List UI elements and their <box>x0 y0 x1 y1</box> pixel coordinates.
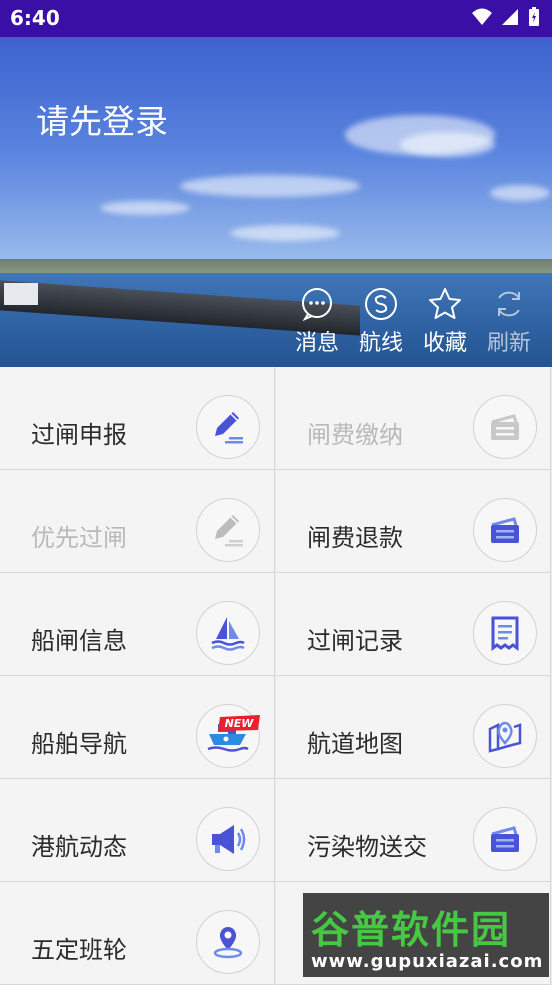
favorites-button[interactable]: 收藏 <box>420 287 470 357</box>
menu-item-label: 五定班轮 <box>31 936 127 964</box>
messages-label: 消息 <box>294 331 339 356</box>
status-bar: 6:40 <box>0 0 552 37</box>
route-icon <box>364 287 398 321</box>
menu-item-fee-refund[interactable]: 闸费退款 <box>276 470 551 573</box>
messages-button[interactable]: 消息 <box>292 287 342 357</box>
routes-label: 航线 <box>358 331 403 356</box>
menu-item-label: 优先过闸 <box>31 524 127 552</box>
header-banner: 请先登录 消息 航线 收藏 刷新 <box>0 37 552 367</box>
menu-item-lock-info[interactable]: 船闸信息 <box>0 573 275 676</box>
function-grid: 过闸申报 闸费缴纳 优先过闸 闸费退款 船闸信息 过闸记录 船舶导航 NEW 航… <box>0 367 552 985</box>
refresh-label: 刷新 <box>486 331 531 356</box>
pencil-edit-icon <box>196 395 260 459</box>
receipt-icon <box>473 601 537 665</box>
menu-item-label: 港航动态 <box>31 833 127 861</box>
menu-item-label: 船舶导航 <box>31 730 127 758</box>
refresh-icon <box>492 287 526 321</box>
status-time: 6:40 <box>10 6 60 30</box>
star-icon <box>428 287 462 321</box>
location-icon <box>196 910 260 974</box>
menu-item-label: 过闸申报 <box>31 421 127 449</box>
wifi-icon <box>472 8 492 25</box>
menu-item-label: 过闸记录 <box>307 627 403 655</box>
routes-button[interactable]: 航线 <box>356 287 406 357</box>
ticket-icon <box>473 807 537 871</box>
message-icon <box>300 287 334 321</box>
new-badge: NEW <box>218 715 260 731</box>
banner-barge-cabin <box>4 283 38 305</box>
banner-cloud <box>400 132 495 157</box>
menu-item-port-news[interactable]: 港航动态 <box>0 779 275 882</box>
watermark: 谷普软件园 www.gupuxiazai.com <box>303 893 549 977</box>
banner-cloud <box>100 201 190 215</box>
battery-icon <box>529 7 539 26</box>
favorites-label: 收藏 <box>422 331 467 356</box>
ticket-icon <box>473 498 537 562</box>
menu-item-lock-records[interactable]: 过闸记录 <box>276 573 551 676</box>
menu-item-channel-map[interactable]: 航道地图 <box>276 676 551 779</box>
menu-item-label: 航道地图 <box>307 730 403 758</box>
banner-cloud <box>490 185 550 201</box>
header-actions: 消息 航线 收藏 刷新 <box>292 287 534 357</box>
map-pin-icon <box>473 704 537 768</box>
menu-item-lock-declaration[interactable]: 过闸申报 <box>0 367 275 470</box>
login-prompt[interactable]: 请先登录 <box>36 95 168 143</box>
menu-item-ship-navigation[interactable]: 船舶导航 NEW <box>0 676 275 779</box>
menu-item-priority-lock[interactable]: 优先过闸 <box>0 470 275 573</box>
menu-item-pollutant-delivery[interactable]: 污染物送交 <box>276 779 551 882</box>
banner-cloud <box>180 175 360 197</box>
watermark-url: www.gupuxiazai.com <box>311 951 544 972</box>
menu-item-label: 船闸信息 <box>31 627 127 655</box>
menu-item-scheduled-liner[interactable]: 五定班轮 <box>0 882 275 985</box>
megaphone-icon <box>196 807 260 871</box>
sailboat-icon <box>196 601 260 665</box>
signal-icon <box>502 9 518 25</box>
system-icons <box>472 7 540 27</box>
menu-item-label: 闸费缴纳 <box>307 421 403 449</box>
new-badge-text: NEW <box>225 717 255 730</box>
ticket-icon <box>473 395 537 459</box>
menu-item-fee-payment[interactable]: 闸费缴纳 <box>276 367 551 470</box>
watermark-title: 谷普软件园 <box>311 908 512 952</box>
menu-item-label: 闸费退款 <box>307 524 403 552</box>
pencil-edit-icon <box>196 498 260 562</box>
refresh-button[interactable]: 刷新 <box>484 287 534 357</box>
menu-item-label: 污染物送交 <box>307 833 427 861</box>
banner-cloud <box>230 225 340 241</box>
